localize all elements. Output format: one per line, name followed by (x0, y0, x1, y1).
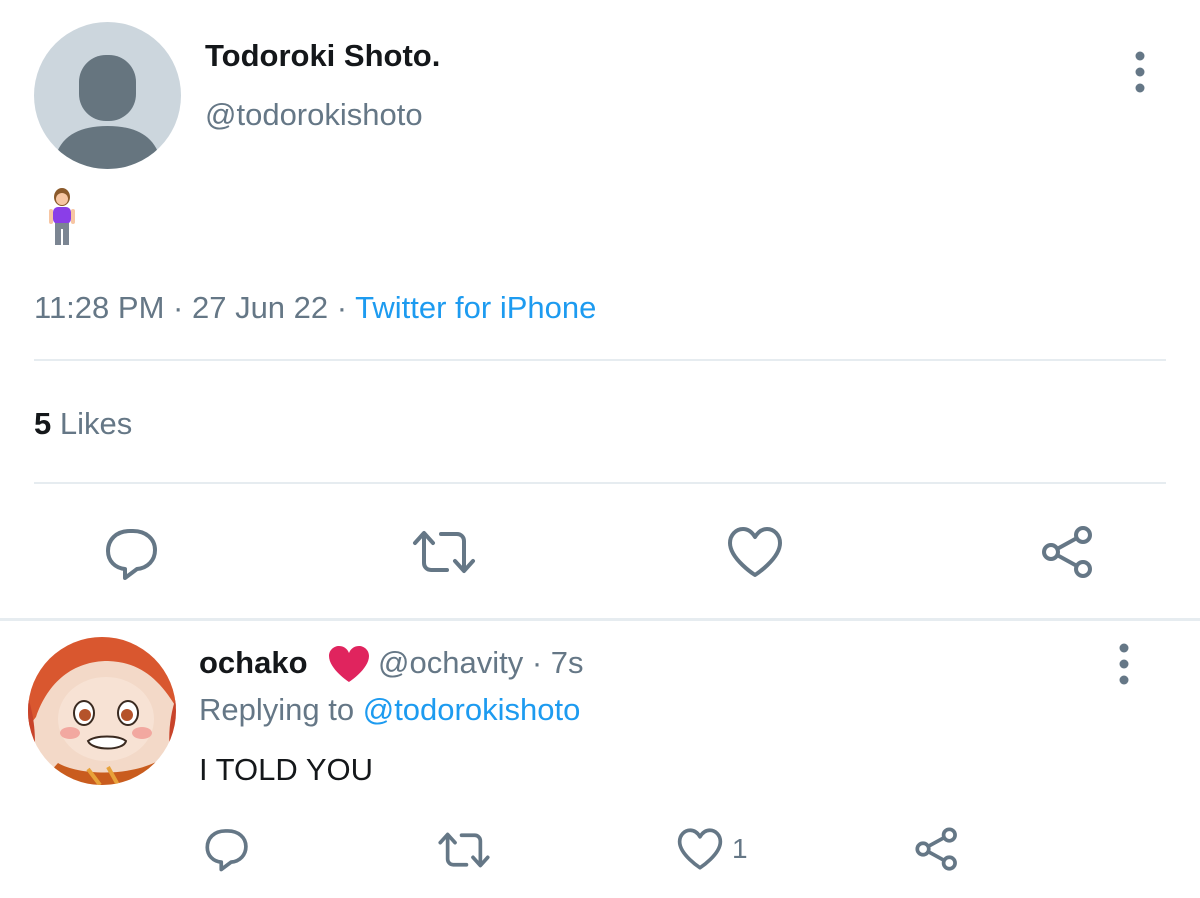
likes-label: Likes (59, 406, 133, 441)
meta-separator: · (173, 290, 184, 325)
reply-retweet-icon[interactable] (437, 829, 491, 871)
tweet-time: 11:28 PM (34, 290, 165, 325)
more-options-icon[interactable] (1120, 44, 1160, 100)
reply-author-avatar[interactable] (28, 637, 176, 785)
likes-count: 5 (34, 406, 52, 441)
tweet-meta: 11:28 PM · 27 Jun 22 · Twitter for iPhon… (34, 290, 596, 326)
author-name[interactable]: Todoroki Shoto. (205, 38, 440, 74)
likes-stat[interactable]: 5 Likes (34, 406, 132, 442)
reply-meta: @ochavity · 7s (378, 645, 584, 681)
reply-time: 7s (550, 645, 584, 680)
section-divider (0, 618, 1200, 621)
reply-like-count: 1 (732, 833, 748, 864)
replying-to-handle-link[interactable]: @todorokishoto (363, 692, 581, 727)
replying-to: Replying to @todorokishoto (199, 692, 580, 728)
tweet-date: 27 Jun 22 (191, 290, 329, 325)
ochako-avatar-icon (28, 637, 176, 785)
reply-reply-icon[interactable] (203, 826, 251, 872)
meta-separator: · (531, 645, 543, 680)
reply-author-name[interactable]: ochako (199, 645, 308, 681)
woman-standing-emoji-icon (42, 188, 82, 246)
reply-icon[interactable] (103, 525, 161, 581)
tweet-source-link[interactable]: Twitter for iPhone (355, 290, 596, 325)
reply-text: I TOLD YOU (199, 752, 374, 787)
divider (34, 482, 1166, 484)
author-avatar[interactable] (34, 22, 181, 169)
share-icon[interactable] (1039, 524, 1097, 580)
replying-label: Replying to (199, 692, 355, 727)
red-heart-icon (327, 644, 371, 684)
default-avatar-icon (53, 55, 162, 169)
reply-author-handle[interactable]: @ochavity (378, 645, 523, 680)
reply-more-options-icon[interactable] (1104, 636, 1144, 692)
meta-separator: · (336, 290, 348, 325)
reply-share-icon[interactable] (913, 826, 961, 872)
author-handle[interactable]: @todorokishoto (205, 97, 423, 133)
retweet-icon[interactable] (411, 527, 477, 577)
reply-like-icon[interactable] (676, 827, 724, 871)
like-icon[interactable] (726, 525, 784, 579)
divider (34, 359, 1166, 361)
